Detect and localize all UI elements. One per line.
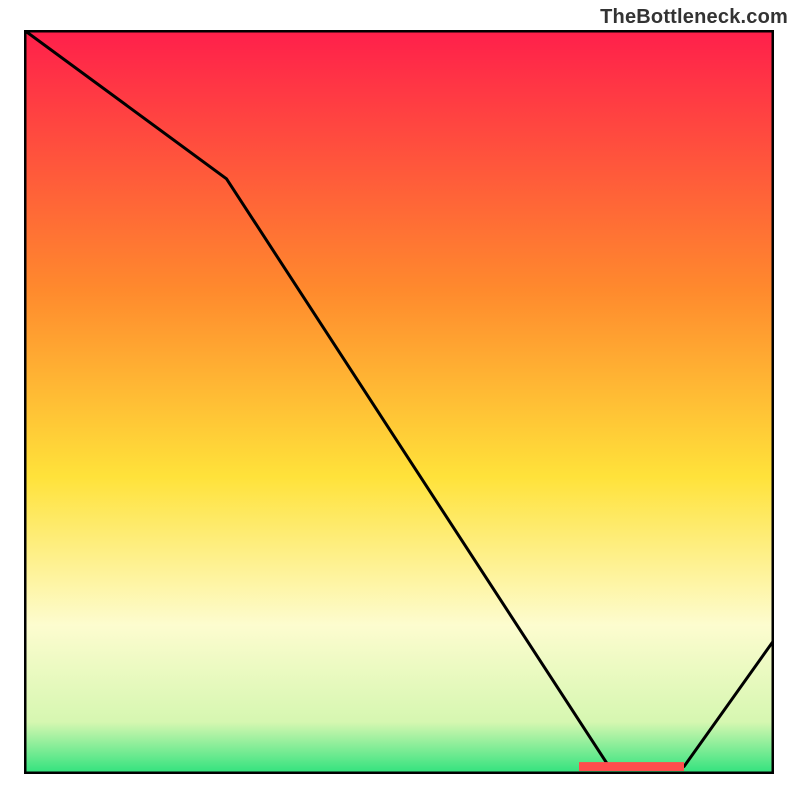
plot-area [24, 30, 774, 774]
chart-container: TheBottleneck.com [0, 0, 800, 800]
highlight-band [579, 762, 684, 771]
gradient-background [24, 30, 774, 774]
attribution-label: TheBottleneck.com [600, 6, 788, 29]
chart-svg [24, 30, 774, 774]
